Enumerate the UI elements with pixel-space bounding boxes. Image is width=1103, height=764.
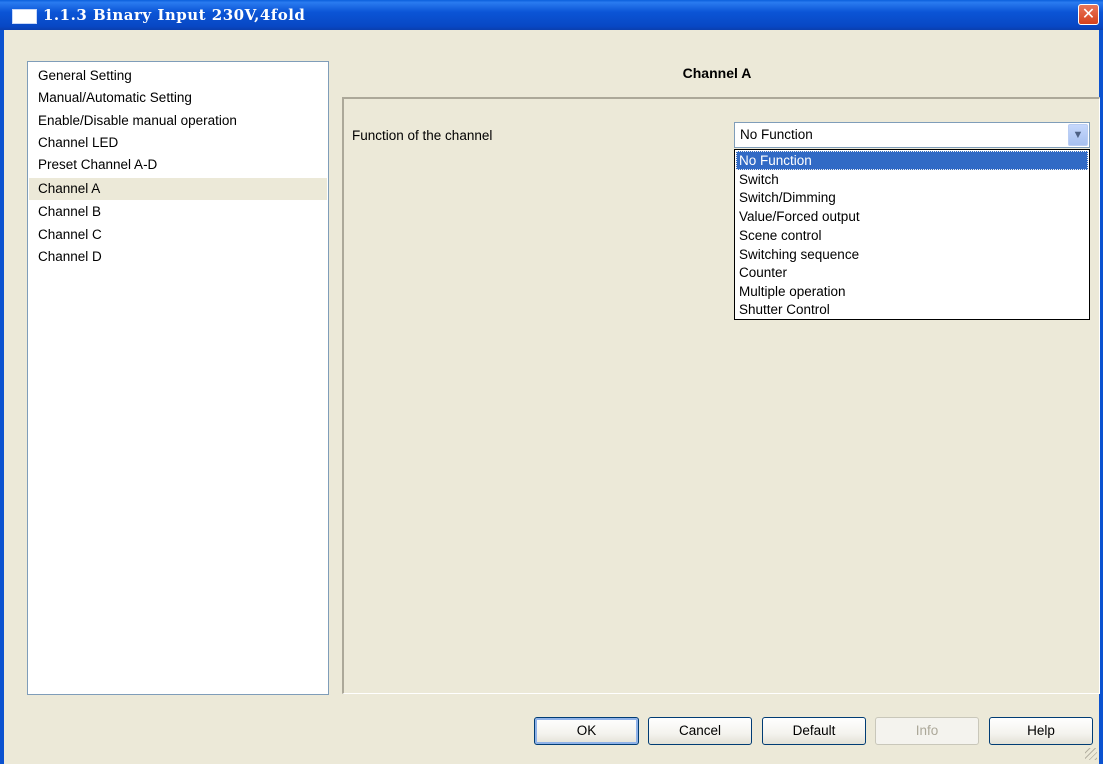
tree-item-channel-a[interactable]: Channel A (29, 178, 327, 200)
option-counter[interactable]: Counter (736, 263, 1088, 282)
option-multiple-operation[interactable]: Multiple operation (736, 282, 1088, 301)
resize-grip[interactable] (1085, 748, 1097, 760)
option-value-forced-output[interactable]: Value/Forced output (736, 207, 1088, 226)
tree-item-channel-b[interactable]: Channel B (29, 201, 327, 223)
window-title: 1.1.3 Binary Input 230V,4fold (43, 6, 306, 24)
tree-item-channel-c[interactable]: Channel C (29, 224, 327, 246)
option-no-function[interactable]: No Function (736, 151, 1088, 170)
chevron-down-icon[interactable]: ▼ (1068, 124, 1088, 146)
option-shutter-control[interactable]: Shutter Control (736, 300, 1088, 319)
option-switch-dimming[interactable]: Switch/Dimming (736, 188, 1088, 207)
window-border-left (0, 30, 4, 764)
navigation-tree[interactable]: General Setting Manual/Automatic Setting… (27, 61, 329, 695)
ok-button[interactable]: OK (534, 717, 639, 745)
option-scene-control[interactable]: Scene control (736, 226, 1088, 245)
panel-title: Channel A (682, 65, 752, 81)
help-button[interactable]: Help (989, 717, 1093, 745)
close-button[interactable]: ✕ (1078, 4, 1099, 25)
tree-item-preset-channel[interactable]: Preset Channel A-D (29, 154, 327, 176)
function-label: Function of the channel (352, 128, 493, 143)
window-icon (12, 9, 37, 24)
option-switch[interactable]: Switch (736, 170, 1088, 189)
info-button: Info (875, 717, 979, 745)
option-switching-sequence[interactable]: Switching sequence (736, 245, 1088, 264)
tree-item-manual-automatic-setting[interactable]: Manual/Automatic Setting (29, 87, 327, 109)
tree-item-channel-d[interactable]: Channel D (29, 246, 327, 268)
title-bar[interactable]: 1.1.3 Binary Input 230V,4fold ✕ (0, 0, 1103, 30)
tree-item-enable-disable-manual[interactable]: Enable/Disable manual operation (29, 110, 327, 132)
tree-item-general-setting[interactable]: General Setting (29, 65, 327, 87)
default-button[interactable]: Default (762, 717, 866, 745)
function-select-value: No Function (740, 127, 813, 142)
function-dropdown-list[interactable]: No Function Switch Switch/Dimming Value/… (734, 149, 1090, 320)
tree-item-channel-led[interactable]: Channel LED (29, 132, 327, 154)
function-select[interactable]: No Function ▼ (734, 122, 1090, 148)
cancel-button[interactable]: Cancel (648, 717, 752, 745)
